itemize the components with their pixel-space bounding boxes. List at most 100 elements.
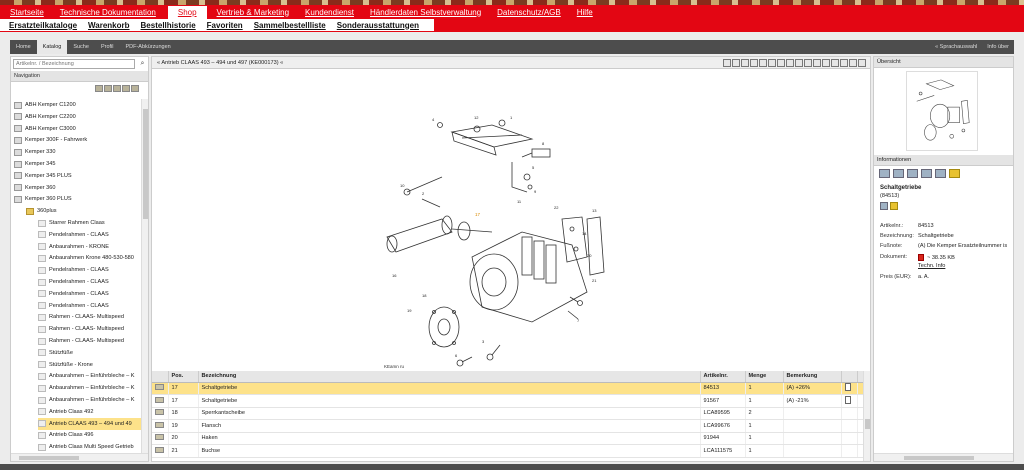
cart-icon[interactable]	[879, 169, 890, 178]
main-nav-item[interactable]: Datenschutz/AGB	[497, 8, 561, 17]
favorite-icon[interactable]	[949, 169, 960, 178]
expand-all-icon[interactable]	[95, 85, 103, 92]
details-hscrollbar[interactable]	[874, 453, 1013, 461]
doc-cell[interactable]	[841, 394, 858, 408]
layout-3-icon[interactable]	[804, 59, 812, 67]
fullscreen-icon[interactable]	[822, 59, 830, 67]
tree-item[interactable]: ABH Kemper C3000	[14, 123, 141, 135]
main-nav-item[interactable]: Händlerdaten Selbstverwaltung	[370, 8, 481, 17]
tree-item[interactable]: Antrieb Claas 496	[38, 429, 141, 441]
tree-item[interactable]: Rahmen - CLAAS- Multispeed	[38, 311, 141, 323]
layout-1-icon[interactable]	[786, 59, 794, 67]
tree-item[interactable]: 360plus	[26, 205, 141, 217]
toolbar-tab[interactable]: Katalog	[36, 40, 68, 54]
about-link[interactable]: Info über	[982, 44, 1014, 50]
tree-item[interactable]: Pendelrahmen - CLAAS	[38, 300, 141, 312]
tree-item[interactable]: Antrieb Claas 492	[38, 406, 141, 418]
row-icon-cell[interactable]	[152, 407, 169, 420]
pdf-icon[interactable]	[849, 59, 857, 67]
compare-icon[interactable]	[907, 169, 918, 178]
part-image-icon[interactable]	[155, 446, 164, 453]
previous-icon[interactable]	[831, 59, 839, 67]
print-icon[interactable]	[858, 59, 866, 67]
sub-nav-item[interactable]: Bestellhistorie	[141, 21, 196, 30]
tree-item[interactable]: Pendelrahmen - CLAAS	[38, 229, 141, 241]
tree-item[interactable]: Stützfüße	[38, 347, 141, 359]
layout-4-icon[interactable]	[813, 59, 821, 67]
toolbar-tab[interactable]: PDF-Abkürzungen	[119, 40, 176, 54]
column-header-pos[interactable]: Pos.	[168, 371, 199, 383]
tree-item[interactable]: Starrer Rahmen Claas	[38, 217, 141, 229]
main-nav-item[interactable]: Vertrieb & Marketing	[217, 8, 289, 17]
document-icon[interactable]	[844, 383, 851, 392]
table-row[interactable]: 19 Flansch LCA99676 1	[152, 419, 865, 433]
column-header-bemerkung[interactable]: Bemerkung	[783, 371, 842, 383]
next-icon[interactable]	[840, 59, 848, 67]
tree-item[interactable]: Anbaurahmen Krone 480-530-580	[38, 252, 141, 264]
part-image-icon[interactable]	[155, 384, 164, 391]
row-icon-cell[interactable]	[152, 382, 169, 395]
sub-nav-item[interactable]: Sammelbestellliste	[254, 21, 326, 30]
tree-item[interactable]: Kemper 345	[14, 158, 141, 170]
tree-item[interactable]: ABH Kemper C2200	[14, 111, 141, 123]
overview-thumbnail[interactable]	[906, 71, 978, 151]
tree-item[interactable]: Antrieb CLAAS 493 – 494 und 49	[38, 417, 141, 430]
tree-item[interactable]: Kemper 300F - Fahrwerk	[14, 134, 141, 146]
technical-info-link[interactable]: Techn. Info	[918, 263, 1011, 269]
column-header-menge[interactable]: Menge	[745, 371, 784, 383]
zoom-fit-icon[interactable]	[750, 59, 758, 67]
tree-item[interactable]: Pendelrahmen - CLAAS	[38, 276, 141, 288]
sub-nav-item[interactable]: Ersatzteilkataloge	[9, 21, 77, 30]
column-header-bezeichnung[interactable]: Bezeichnung	[198, 371, 701, 383]
search-icon[interactable]: ⌕	[138, 60, 147, 68]
tree-item[interactable]: Kemper 345 PLUS	[14, 170, 141, 182]
home-icon[interactable]	[723, 59, 731, 67]
tree-item[interactable]: Anbaurahmen - KRONE	[38, 241, 141, 253]
collapse-all-icon[interactable]	[104, 85, 112, 92]
zoom-out-icon[interactable]	[741, 59, 749, 67]
tree-hscrollbar[interactable]	[11, 453, 148, 461]
table-row[interactable]: 17 Schaltgetriebe 91567 1 (A) -21%	[152, 394, 865, 408]
toolbar-tab[interactable]: Profil	[95, 40, 120, 54]
exploded-parts-drawing[interactable]: 4 12 1 10 2 8 5 9 11 22 13 14 20 21 16 18 19 3 6 7 17	[382, 107, 632, 367]
part-image-icon[interactable]	[155, 421, 164, 428]
add-to-list-icon[interactable]	[893, 169, 904, 178]
tree-item[interactable]: Anbaurahmen – Einführbleche – K	[38, 382, 141, 394]
table-row[interactable]: 20 Haken 91944 1	[152, 432, 865, 445]
part-image-icon[interactable]	[155, 396, 164, 403]
table-row[interactable]: 18 Sperrkantscheibe LCA89595 2	[152, 407, 865, 420]
doc-cell[interactable]	[841, 382, 858, 395]
filter-icon[interactable]	[131, 85, 139, 92]
main-nav-item[interactable]: Shop	[167, 5, 207, 19]
main-nav-item[interactable]: Technische Dokumentation	[60, 8, 156, 17]
tree-item[interactable]: Kemper 360	[14, 182, 141, 194]
tree-item[interactable]: Anbaurahmen – Einführbleche – K	[38, 370, 141, 382]
pan-icon[interactable]	[777, 59, 785, 67]
tree-item[interactable]: Kemper 360 PLUS	[14, 193, 141, 205]
tree-item[interactable]: Antrieb Claas Multi Speed Getrieb	[38, 441, 141, 453]
tree-item[interactable]: ABH Kemper C1200	[14, 99, 141, 111]
main-nav-item[interactable]: Startseite	[10, 8, 44, 17]
sub-nav-item[interactable]: Warenkorb	[88, 21, 130, 30]
tree-item[interactable]: Rahmen - CLAAS- Multispeed	[38, 323, 141, 335]
row-icon-cell[interactable]	[152, 432, 169, 445]
main-nav-item[interactable]: Hilfe	[577, 8, 593, 17]
order-list-icon[interactable]	[921, 169, 932, 178]
search-input[interactable]	[13, 59, 135, 69]
tree-item[interactable]: Rahmen - CLAAS- Multispeed	[38, 335, 141, 347]
tree-item[interactable]: Kemper 330	[14, 146, 141, 158]
row-icon-cell[interactable]	[152, 394, 169, 408]
document-icon[interactable]	[844, 395, 851, 404]
part-image-icon[interactable]	[155, 409, 164, 416]
add-favorite-icon[interactable]	[890, 202, 898, 210]
language-link[interactable]: « Sprachauswahl	[930, 44, 982, 50]
collection-icon[interactable]	[935, 169, 946, 178]
table-row[interactable]: 21 Buchse LCA111575 1	[152, 444, 865, 458]
zoom-area-icon[interactable]	[768, 59, 776, 67]
row-icon-cell[interactable]	[152, 419, 169, 433]
main-nav-item[interactable]: Kundendienst	[305, 8, 354, 17]
column-header-artikelnr[interactable]: Artikelnr.	[700, 371, 746, 383]
folder-icon[interactable]	[113, 85, 121, 92]
table-row[interactable]: 17 Schaltgetriebe 84513 1 (A) +26%	[152, 382, 865, 395]
tree-scrollbar[interactable]	[141, 99, 148, 454]
